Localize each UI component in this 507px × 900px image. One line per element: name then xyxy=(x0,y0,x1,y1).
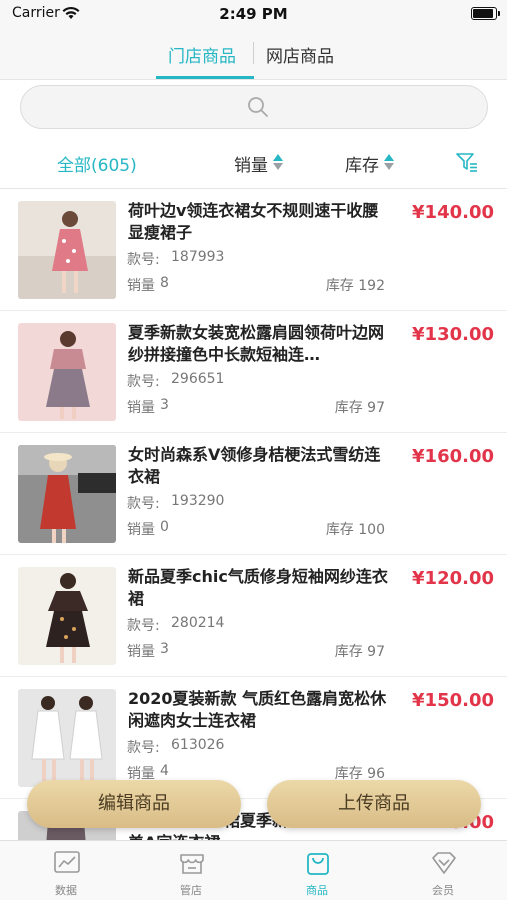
product-row[interactable]: 新品夏季chic气质修身短袖网纱连衣裙 ¥120.00 款号: 280214 销… xyxy=(0,555,507,677)
tabbar-item-data[interactable]: 数据 xyxy=(3,841,129,900)
product-price: ¥140.00 xyxy=(412,202,494,223)
tabbar-label: 会员 xyxy=(432,884,454,897)
code-label: 款号: xyxy=(127,496,160,512)
product-price: ¥150.00 xyxy=(412,690,494,711)
product-row[interactable]: 荷叶边v领连衣裙女不规则速干收腰显瘦裙子 ¥140.00 款号: 187993 … xyxy=(0,189,507,311)
filter-bar: 全部(605) 销量 库存 xyxy=(0,140,507,186)
clock: 2:49 PM xyxy=(219,5,288,23)
tab-online-products[interactable]: 网店商品 xyxy=(266,42,334,67)
product-title: 新品夏季chic气质修身短袖网纱连衣裙 xyxy=(128,567,388,608)
product-row[interactable]: 女时尚森系V领修身桔梗法式雪纺连衣裙 ¥160.00 款号: 193290 销量… xyxy=(0,433,507,555)
product-image xyxy=(18,445,116,543)
product-price: ¥160.00 xyxy=(412,446,494,467)
status-bar: Carrier 2:49 PM xyxy=(0,0,507,28)
tabbar-label: 商品 xyxy=(306,884,328,897)
tabbar-item-products[interactable]: 商品 xyxy=(254,841,380,900)
stock-label: 库存 xyxy=(325,522,354,538)
product-sales: 0 xyxy=(160,519,169,535)
product-title: 女时尚森系V领修身桔梗法式雪纺连衣裙 xyxy=(128,445,381,486)
product-price: ¥130.00 xyxy=(412,324,494,345)
product-code: 193290 xyxy=(171,493,225,509)
active-tab-indicator xyxy=(156,76,254,79)
header: 门店商品 网店商品 xyxy=(0,28,507,80)
tab-store-products[interactable]: 门店商品 xyxy=(168,42,236,67)
product-sales: 8 xyxy=(160,275,169,291)
code-label: 款号: xyxy=(127,252,160,268)
tabbar-label: 数据 xyxy=(55,884,77,897)
product-image xyxy=(18,689,116,787)
tabbar-label: 管店 xyxy=(180,884,202,897)
upload-product-button[interactable]: 上传商品 xyxy=(267,780,481,828)
bottom-tab-bar: 数据 管店 商品 会员 xyxy=(0,840,507,900)
product-row[interactable]: 夏季新款女装宽松露肩圆领荷叶边网纱拼接撞色中长款短袖连… ¥130.00 款号:… xyxy=(0,311,507,433)
stock-info: 库存 100 xyxy=(326,519,385,539)
sort-by-sales[interactable]: 销量 xyxy=(234,151,268,176)
product-image xyxy=(18,567,116,665)
product-title: 2020夏装新款 气质红色露肩宽松休闲遮肉女士连衣裙 xyxy=(128,689,387,730)
edit-products-button[interactable]: 编辑商品 xyxy=(27,780,241,828)
product-sales: 3 xyxy=(160,641,169,657)
stock-info: 库存 97 xyxy=(335,397,385,417)
tabbar-item-members[interactable]: 会员 xyxy=(380,841,506,900)
sales-label: 销量 xyxy=(127,522,155,538)
sales-label: 销量 xyxy=(127,644,155,660)
store-icon xyxy=(178,849,206,881)
search-input[interactable] xyxy=(20,85,488,129)
stock-info: 库存 192 xyxy=(326,275,385,295)
diamond-icon xyxy=(430,849,458,881)
product-stock: 192 xyxy=(358,278,385,294)
product-code: 280214 xyxy=(171,615,225,631)
sort-arrows-icon xyxy=(384,154,394,172)
tab-divider xyxy=(253,42,254,64)
stock-label: 库存 xyxy=(334,644,363,660)
product-sales: 4 xyxy=(160,763,169,779)
sales-label: 销量 xyxy=(127,400,155,416)
filter-icon[interactable] xyxy=(455,151,479,177)
battery-icon xyxy=(471,7,500,20)
code-label: 款号: xyxy=(127,740,160,756)
bag-icon xyxy=(304,849,332,881)
tabbar-item-store[interactable]: 管店 xyxy=(128,841,254,900)
stock-label: 库存 xyxy=(334,400,363,416)
stock-info: 库存 97 xyxy=(335,641,385,661)
sales-label: 销量 xyxy=(127,278,155,294)
product-stock: 100 xyxy=(358,522,385,538)
product-price: ¥120.00 xyxy=(412,568,494,589)
product-stock: 97 xyxy=(367,400,385,416)
filter-all[interactable]: 全部(605) xyxy=(57,151,137,176)
chart-icon xyxy=(53,849,81,881)
product-title: 荷叶边v领连衣裙女不规则速干收腰显瘦裙子 xyxy=(128,201,379,242)
product-title: 夏季新款女装宽松露肩圆领荷叶边网纱拼接撞色中长款短袖连… xyxy=(128,323,385,364)
sort-by-stock[interactable]: 库存 xyxy=(345,151,379,176)
product-stock: 97 xyxy=(367,644,385,660)
product-code: 613026 xyxy=(171,737,225,753)
product-image xyxy=(18,201,116,299)
product-sales: 3 xyxy=(160,397,169,413)
code-label: 款号: xyxy=(127,618,160,634)
stock-label: 库存 xyxy=(325,278,354,294)
code-label: 款号: xyxy=(127,374,160,390)
sort-arrows-icon xyxy=(273,154,283,172)
search-icon xyxy=(247,96,269,122)
product-image xyxy=(18,323,116,421)
product-code: 296651 xyxy=(171,371,225,387)
product-code: 187993 xyxy=(171,249,225,265)
